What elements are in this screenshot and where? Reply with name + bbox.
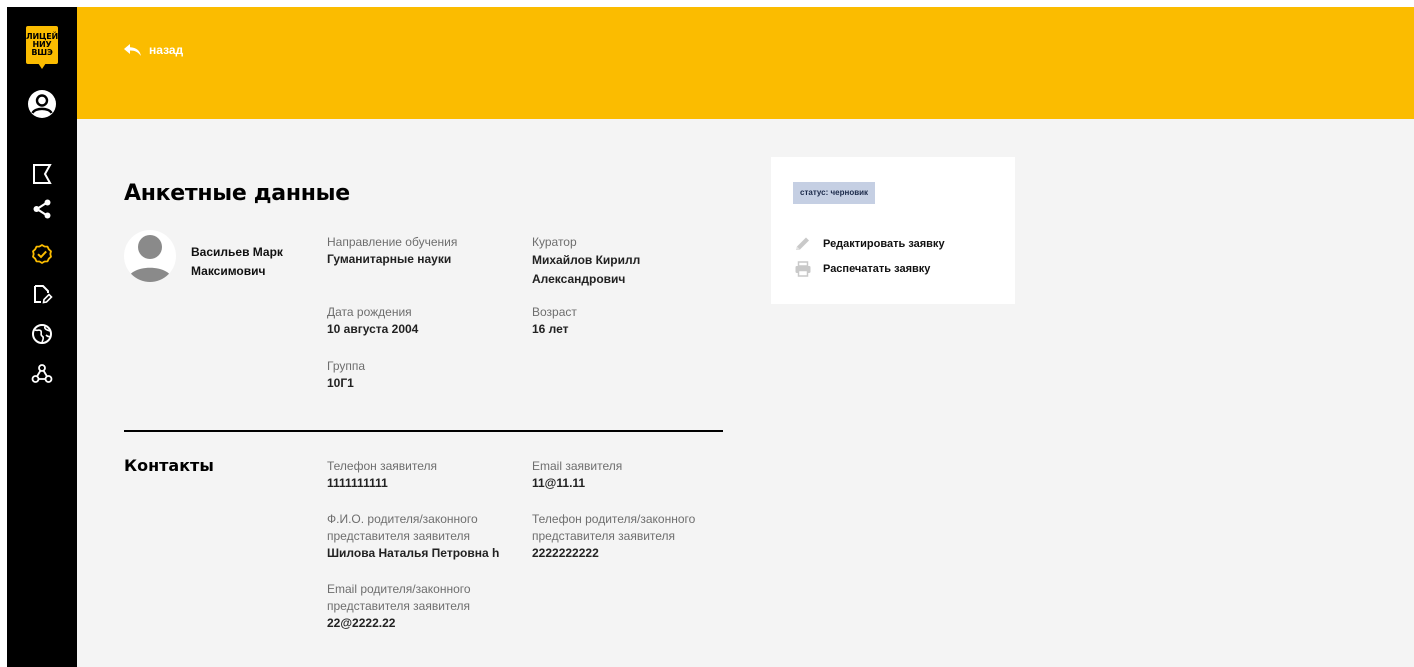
print-application-label: Распечатать заявку xyxy=(823,263,931,275)
field-applicant-phone-value: 1111111111 xyxy=(327,476,388,490)
field-birth-date-value: 10 августа 2004 xyxy=(327,322,419,336)
avatar xyxy=(124,230,176,282)
field-age: Возраст 16 лет xyxy=(532,304,672,338)
contacts-title: Контакты xyxy=(124,456,214,475)
back-link[interactable]: назад xyxy=(123,43,183,57)
check-circle-icon[interactable] xyxy=(27,239,57,269)
field-applicant-email-value: 11@11.11 xyxy=(532,476,586,490)
edit-application-button[interactable]: Редактировать заявку xyxy=(793,236,945,252)
document-edit-icon[interactable] xyxy=(27,279,57,309)
field-age-value: 16 лет xyxy=(532,322,569,336)
field-applicant-email: Email заявителя 11@11.11 xyxy=(532,458,712,492)
user-circle-icon[interactable] xyxy=(27,89,57,119)
field-direction: Направление обучения Гуманитарные науки xyxy=(327,234,507,268)
print-application-button[interactable]: Распечатать заявку xyxy=(793,261,930,277)
field-group: Группа 10Г1 xyxy=(327,358,507,392)
back-arrow-icon xyxy=(124,44,141,56)
field-birth-date-label: Дата рождения xyxy=(327,305,412,319)
globe-icon[interactable] xyxy=(27,319,57,349)
field-parent-phone: Телефон родителя/законного представителя… xyxy=(532,511,717,562)
field-parent-email: Email родителя/законного представителя з… xyxy=(327,581,502,632)
network-icon[interactable] xyxy=(27,359,57,389)
field-parent-name: Ф.И.О. родителя/законного представителя … xyxy=(327,511,507,562)
field-parent-phone-label: Телефон родителя/законного представителя… xyxy=(532,512,696,543)
field-parent-email-value: 22@2222.22 xyxy=(327,616,396,630)
field-curator-value: Михайлов Кирилл Александрович xyxy=(532,253,641,286)
student-name: Васильев Марк Максимович xyxy=(191,245,283,278)
section-divider xyxy=(124,430,723,432)
field-direction-value: Гуманитарные науки xyxy=(327,252,452,266)
field-applicant-email-label: Email заявителя xyxy=(532,459,623,473)
main-content: Анкетные данные Васильев Марк Максимович… xyxy=(77,119,1414,667)
share-icon[interactable] xyxy=(27,194,57,224)
field-curator: Куратор Михайлов Кирилл Александрович xyxy=(532,234,672,289)
lyceum-logo[interactable]: ЛИЦЕЙ НИУ ВШЭ xyxy=(26,26,58,70)
logo-line-3: ВШЭ xyxy=(31,48,53,57)
page: ЛИЦЕЙ НИУ ВШЭ назад Анкетные данные Васи… xyxy=(0,0,1414,667)
application-status-card: статус: черновик Редактировать заявку Ра… xyxy=(771,157,1015,304)
sidebar: ЛИЦЕЙ НИУ ВШЭ xyxy=(7,7,77,667)
field-age-label: Возраст xyxy=(532,305,577,319)
field-curator-label: Куратор xyxy=(532,235,577,249)
top-banner: назад xyxy=(77,7,1414,119)
printer-icon xyxy=(793,261,813,277)
field-group-label: Группа xyxy=(327,359,366,373)
field-parent-name-label: Ф.И.О. родителя/законного представителя … xyxy=(327,512,478,543)
edit-application-label: Редактировать заявку xyxy=(823,238,945,250)
pencil-icon xyxy=(793,236,813,252)
field-group-value: 10Г1 xyxy=(327,376,354,390)
flag-icon[interactable] xyxy=(27,159,57,189)
field-applicant-phone: Телефон заявителя 1111111111 xyxy=(327,458,517,492)
field-birth-date: Дата рождения 10 августа 2004 xyxy=(327,304,507,338)
field-parent-email-label: Email родителя/законного представителя з… xyxy=(327,582,471,613)
field-parent-phone-value: 2222222222 xyxy=(532,546,599,560)
status-badge: статус: черновик xyxy=(793,182,876,204)
back-label: назад xyxy=(149,43,184,57)
field-direction-label: Направление обучения xyxy=(327,235,458,249)
page-title: Анкетные данные xyxy=(124,181,350,206)
field-parent-name-value: Шилова Наталья Петровна h xyxy=(327,546,500,560)
field-applicant-phone-label: Телефон заявителя xyxy=(327,459,438,473)
